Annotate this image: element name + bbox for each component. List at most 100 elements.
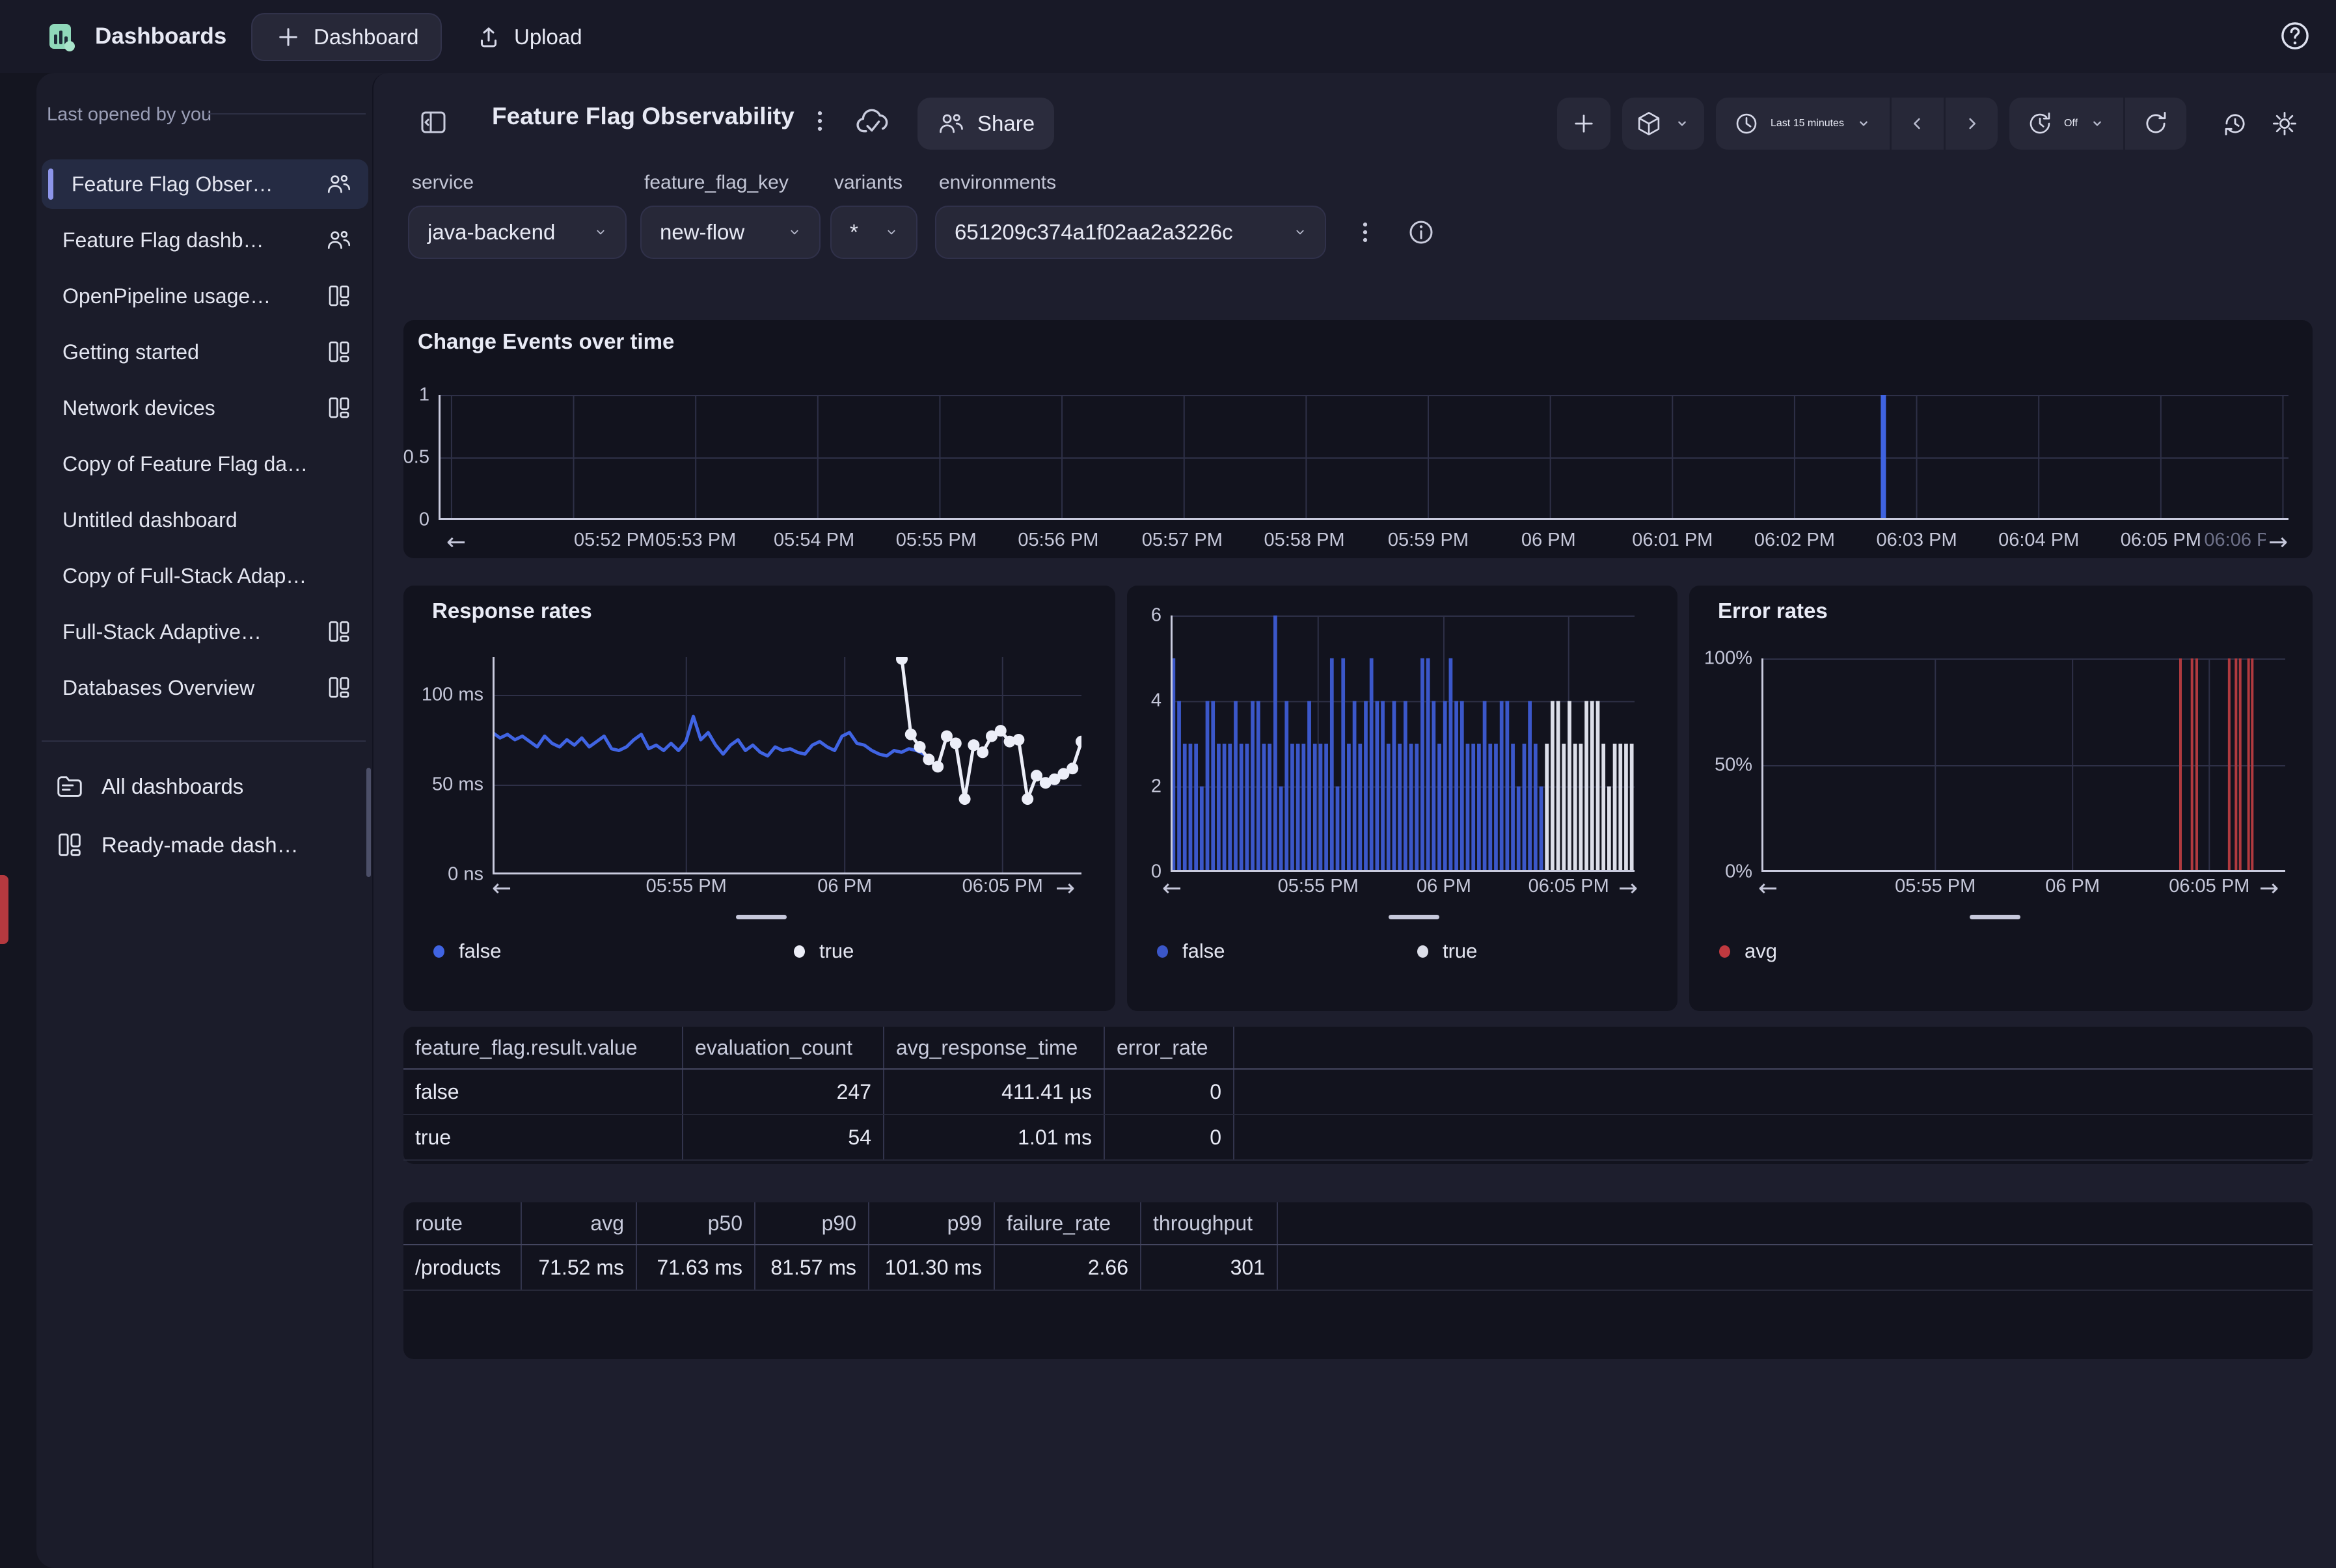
column-header[interactable]: p99 bbox=[869, 1202, 995, 1244]
info-button[interactable] bbox=[1406, 217, 1437, 248]
sidebar-item-label: Copy of Feature Flag da… bbox=[62, 452, 353, 476]
column-header[interactable]: p90 bbox=[755, 1202, 869, 1244]
time-scroll-indicator[interactable] bbox=[1970, 915, 2020, 919]
x-tick-label: 06 PM bbox=[2045, 876, 2100, 897]
pan-left-arrow[interactable]: ← bbox=[1758, 876, 1778, 902]
help-button[interactable] bbox=[2277, 18, 2313, 53]
new-dashboard-label: Dashboard bbox=[314, 25, 418, 49]
sidebar-item[interactable]: Feature Flag dashb… bbox=[42, 215, 368, 265]
time-scroll-indicator[interactable] bbox=[736, 915, 787, 919]
column-header[interactable]: avg_response_time bbox=[884, 1027, 1105, 1068]
dashboard-menu-button[interactable] bbox=[806, 107, 834, 135]
sidebar-item[interactable]: Getting started bbox=[42, 327, 368, 377]
chart-plot-area[interactable] bbox=[1761, 658, 2285, 872]
sidebar-item[interactable]: OpenPipeline usage… bbox=[42, 271, 368, 321]
table-header-row: routeavgp50p90p99failure_ratethroughput bbox=[403, 1202, 2313, 1245]
sidebar-footer-label: All dashboards bbox=[102, 774, 243, 799]
upload-icon bbox=[475, 23, 502, 51]
chart-legend: avg bbox=[1689, 939, 2313, 979]
column-header[interactable]: feature_flag.result.value bbox=[403, 1027, 683, 1068]
refresh-icon bbox=[2142, 110, 2169, 137]
upload-button[interactable]: Upload bbox=[459, 13, 598, 61]
sidebar-item[interactable]: Feature Flag Obser… bbox=[42, 159, 368, 209]
share-button[interactable]: Share bbox=[917, 98, 1054, 150]
column-header[interactable]: failure_rate bbox=[995, 1202, 1141, 1244]
sidebar-footer-item[interactable]: Ready-made dash… bbox=[42, 820, 368, 871]
filter-value-dropdown[interactable]: java-backend bbox=[408, 206, 627, 259]
x-tick-label: 05:53 PM bbox=[655, 530, 736, 551]
pan-right-arrow[interactable]: → bbox=[1055, 876, 1075, 902]
table-body: /products71.52 ms71.63 ms81.57 ms101.30 … bbox=[403, 1245, 2313, 1291]
chart-plot-area[interactable] bbox=[439, 395, 2288, 520]
filter-value-dropdown[interactable]: * bbox=[830, 206, 917, 259]
sidebar-item[interactable]: Full-Stack Adaptive… bbox=[42, 607, 368, 656]
history-button[interactable] bbox=[2216, 98, 2254, 150]
column-header[interactable]: route bbox=[403, 1202, 522, 1244]
sidebar-item[interactable]: Copy of Feature Flag da… bbox=[42, 439, 368, 489]
pan-left-arrow[interactable]: ← bbox=[446, 530, 466, 556]
filter-value-dropdown[interactable]: 651209c374a1f02aa2a3226c bbox=[935, 206, 1326, 259]
table-cell: false bbox=[403, 1070, 683, 1114]
x-axis-labels: 05:55 PM06 PM06:05 PM bbox=[1689, 876, 2313, 902]
layout-icon bbox=[325, 282, 353, 310]
legend-item-avg[interactable]: avg bbox=[1719, 939, 1777, 963]
filter-value-dropdown[interactable]: new-flow bbox=[640, 206, 821, 259]
pan-right-arrow[interactable]: → bbox=[2266, 530, 2290, 556]
page-title: Feature Flag Observability bbox=[492, 103, 795, 130]
new-dashboard-button[interactable]: Dashboard bbox=[251, 13, 442, 61]
time-shift-forward-button[interactable] bbox=[1944, 98, 1998, 150]
cloud-sync-icon[interactable] bbox=[855, 104, 890, 139]
x-tick-label: 06:05 PM bbox=[2169, 876, 2249, 897]
sidebar-footer-label: Ready-made dash… bbox=[102, 833, 299, 858]
legend-label: false bbox=[459, 939, 501, 963]
sidebar-item[interactable]: Databases Overview bbox=[42, 663, 368, 712]
chart-plot-area[interactable] bbox=[1171, 615, 1635, 872]
x-tick-label: 06:01 PM bbox=[1632, 530, 1713, 551]
legend-item-true[interactable]: true bbox=[794, 939, 854, 963]
table-cell: 0 bbox=[1105, 1070, 1234, 1114]
chart-plot-area[interactable] bbox=[493, 657, 1081, 874]
x-tick-label: 05:58 PM bbox=[1264, 530, 1344, 551]
x-tick-label: 06:02 PM bbox=[1754, 530, 1835, 551]
time-scroll-indicator[interactable] bbox=[1389, 915, 1439, 919]
x-tick-label: 06:05 PM bbox=[962, 876, 1043, 897]
column-header[interactable]: error_rate bbox=[1105, 1027, 1234, 1068]
pan-right-arrow[interactable]: → bbox=[1618, 876, 1638, 902]
table-row: /products71.52 ms71.63 ms81.57 ms101.30 … bbox=[403, 1245, 2313, 1291]
chevron-right-icon bbox=[1963, 115, 1981, 133]
view-mode-button[interactable] bbox=[1622, 98, 1704, 150]
filter-label: feature_flag_key bbox=[644, 172, 789, 194]
filter-label: environments bbox=[939, 172, 1056, 194]
plus-icon bbox=[1570, 110, 1597, 137]
legend-item-true[interactable]: true bbox=[1417, 939, 1477, 963]
pan-right-arrow[interactable]: → bbox=[2259, 876, 2279, 902]
sidebar-item-label: Network devices bbox=[62, 396, 325, 420]
sidebar-scrollbar-thumb[interactable] bbox=[366, 768, 371, 877]
time-shift-back-button[interactable] bbox=[1890, 98, 1944, 150]
filter-environments: environments651209c374a1f02aa2a3226c bbox=[935, 206, 1326, 259]
sidebar-item[interactable]: Untitled dashboard bbox=[42, 495, 368, 545]
auto-refresh-picker[interactable]: Off bbox=[2009, 98, 2123, 150]
sidebar-item[interactable]: Network devices bbox=[42, 383, 368, 433]
sidebar-list: Feature Flag Obser… Feature Flag dashb… Op… bbox=[42, 159, 368, 719]
filters-menu-button[interactable] bbox=[1351, 218, 1379, 247]
table-body: false247411.41 µs0true541.01 ms0 bbox=[403, 1070, 2313, 1161]
add-panel-button[interactable] bbox=[1557, 98, 1610, 150]
sidebar-item[interactable]: Copy of Full-Stack Adap… bbox=[42, 551, 368, 601]
refresh-button[interactable] bbox=[2123, 98, 2186, 150]
column-header[interactable]: p50 bbox=[637, 1202, 755, 1244]
main-panel: Feature Flag Observability Share bbox=[372, 73, 2336, 1568]
column-header[interactable]: evaluation_count bbox=[683, 1027, 884, 1068]
collapse-sidebar-button[interactable] bbox=[418, 107, 449, 138]
pan-left-arrow[interactable]: ← bbox=[1162, 876, 1182, 902]
legend-item-false[interactable]: false bbox=[433, 939, 501, 963]
column-header[interactable]: avg bbox=[522, 1202, 637, 1244]
settings-button[interactable] bbox=[2266, 98, 2303, 150]
sidebar-footer-item[interactable]: All dashboards bbox=[42, 761, 368, 812]
legend-item-false[interactable]: false bbox=[1157, 939, 1225, 963]
pan-left-arrow[interactable]: ← bbox=[492, 876, 511, 902]
time-range-picker[interactable]: Last 15 minutes bbox=[1716, 98, 1890, 150]
layout-icon bbox=[55, 830, 85, 860]
column-header[interactable]: throughput bbox=[1141, 1202, 1278, 1244]
sidebar-item-label: Full-Stack Adaptive… bbox=[62, 620, 325, 644]
